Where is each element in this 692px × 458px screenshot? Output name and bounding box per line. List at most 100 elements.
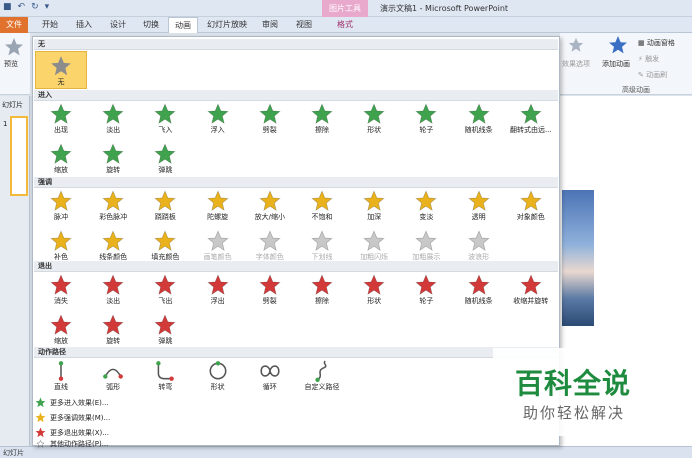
effect-label: 浮出 (210, 297, 225, 305)
more-motion-paths[interactable]: 其他动作路径(P)... (35, 440, 108, 448)
more-paths-label: 其他动作路径(P)... (50, 440, 109, 448)
effect-label: 循环 (262, 383, 277, 391)
effect-label: 消失 (54, 297, 68, 305)
tab-view[interactable]: 视图 (290, 17, 318, 33)
emphasis-effect[interactable]: 变淡 (400, 187, 452, 227)
undo-icon[interactable]: ↶ (18, 2, 26, 12)
motion-path-effect[interactable]: 形状 (192, 357, 244, 397)
more-emphasis-effects[interactable]: 更多强调效果(M)... (35, 410, 110, 425)
entrance-effect[interactable]: 缩放 (35, 140, 87, 180)
exit-effect[interactable]: 缩放 (35, 311, 87, 351)
entrance-effect[interactable]: 劈裂 (244, 100, 296, 140)
emphasis-star-icon (363, 230, 385, 251)
preview-label[interactable]: 预览 (4, 59, 18, 69)
effect-label: 加深 (367, 213, 382, 221)
add-animation-button[interactable]: 添加动画 (602, 59, 630, 69)
add-animation-icon[interactable] (608, 35, 628, 55)
save-icon[interactable]: ■ (3, 2, 12, 12)
exit-effect[interactable]: 轮子 (400, 271, 452, 311)
entrance-effect[interactable]: 出现 (35, 100, 87, 140)
motion-path-effect[interactable]: 循环 (244, 357, 296, 397)
effect-none[interactable]: 无 (35, 51, 87, 89)
trigger-button[interactable]: ⚡ 触发 (638, 54, 659, 64)
exit-effect[interactable]: 旋转 (87, 311, 139, 351)
more-exit-effects[interactable]: 更多退出效果(X)... (35, 425, 109, 440)
emphasis-effect[interactable]: 加深 (348, 187, 400, 227)
effect-options-icon[interactable] (568, 37, 584, 53)
preview-star-icon[interactable] (4, 37, 24, 57)
entrance-effect[interactable]: 浮入 (192, 100, 244, 140)
entrance-effect[interactable]: 飞入 (139, 100, 191, 140)
slide-thumb-number: 1 (3, 120, 8, 128)
more-entrance-effects[interactable]: 更多进入效果(E)... (35, 395, 109, 410)
slides-tab[interactable]: 幻灯片 (2, 100, 23, 110)
emphasis-effect[interactable]: 脉冲 (35, 187, 87, 227)
exit-effect[interactable]: 收缩并旋转 (505, 271, 557, 311)
effect-options-button[interactable]: 效果选项 (562, 59, 590, 69)
exit-effect[interactable]: 消失 (35, 271, 87, 311)
effect-label: 轮子 (419, 126, 434, 134)
motion-path-icon (156, 361, 175, 381)
tab-transitions[interactable]: 切换 (137, 17, 165, 33)
tab-animations[interactable]: 动画 (168, 17, 198, 33)
entrance-star-icon (311, 103, 333, 124)
exit-star-icon (102, 314, 124, 335)
exit-effect[interactable]: 劈裂 (244, 271, 296, 311)
emphasis-effect[interactable]: 透明 (453, 187, 505, 227)
entrance-effect[interactable]: 随机线条 (453, 100, 505, 140)
animation-painter-button[interactable]: ✎ 动画刷 (638, 70, 667, 80)
emphasis-effect[interactable]: 彩色脉冲 (87, 187, 139, 227)
entrance-effect[interactable]: 翻转式由远... (505, 100, 557, 140)
emphasis-star-icon (102, 230, 124, 251)
motion-path-effect[interactable]: 直线 (35, 357, 87, 397)
exit-effect[interactable]: 弹跳 (139, 311, 191, 351)
effect-label: 直线 (54, 383, 68, 391)
entrance-effect[interactable]: 淡出 (87, 100, 139, 140)
tab-insert[interactable]: 插入 (70, 17, 98, 33)
more-entrance-label: 更多进入效果(E)... (50, 398, 109, 407)
entrance-star-icon (259, 103, 281, 124)
emphasis-effect[interactable]: 陀螺旋 (192, 187, 244, 227)
effect-label: 飞出 (158, 297, 173, 305)
emphasis-star-icon (467, 190, 490, 211)
entrance-effect[interactable]: 擦除 (296, 100, 348, 140)
tab-home[interactable]: 开始 (36, 17, 64, 33)
emphasis-effect[interactable]: 放大/缩小 (244, 187, 296, 227)
emphasis-effect[interactable]: 对象颜色 (505, 187, 557, 227)
emphasis-star-icon (467, 230, 490, 251)
tab-review[interactable]: 审阅 (256, 17, 284, 33)
title-bar: ■ ↶ ↻ ▾ 图片工具 演示文稿1 - Microsoft PowerPoin… (0, 0, 692, 17)
motion-path-effect[interactable]: 转弯 (139, 357, 191, 397)
entrance-effect[interactable]: 形状 (348, 100, 400, 140)
effect-label: 翻转式由远... (509, 126, 552, 134)
tab-file[interactable]: 文件 (0, 17, 28, 33)
motion-path-effect[interactable]: 自定义路径 (296, 357, 348, 397)
exit-effect[interactable]: 浮出 (192, 271, 244, 311)
tab-design[interactable]: 设计 (104, 17, 132, 33)
motion-path-effect[interactable]: 弧形 (87, 357, 139, 397)
emphasis-effect[interactable]: 跷跷板 (139, 187, 191, 227)
tab-format[interactable]: 格式 (324, 17, 366, 33)
exit-effect[interactable]: 随机线条 (453, 271, 505, 311)
exit-effect[interactable]: 形状 (348, 271, 400, 311)
slide-picture[interactable] (562, 190, 594, 326)
entrance-effect[interactable]: 旋转 (87, 140, 139, 180)
effect-label: 劈裂 (262, 297, 277, 305)
customize-icon[interactable]: ▾ (45, 2, 50, 12)
exit-effect[interactable]: 淡出 (87, 271, 139, 311)
redo-icon[interactable]: ↻ (31, 2, 39, 12)
entrance-effect[interactable]: 轮子 (400, 100, 452, 140)
animation-pane-button[interactable]: ▦ 动画窗格 (638, 38, 675, 48)
trigger-label: 触发 (645, 55, 660, 63)
tab-slideshow[interactable]: 幻灯片放映 (204, 17, 250, 33)
exit-effect[interactable]: 擦除 (296, 271, 348, 311)
slide-thumbnail[interactable] (10, 116, 28, 196)
entrance-effect[interactable]: 弹跳 (139, 140, 191, 180)
watermark-subtitle: 助你轻松解决 (523, 404, 626, 422)
emphasis-effect[interactable]: 不饱和 (296, 187, 348, 227)
exit-star-icon (154, 274, 177, 295)
ribbon-preview-group: 预览 (0, 33, 30, 95)
exit-star-icon (102, 274, 124, 295)
exit-effect[interactable]: 飞出 (139, 271, 191, 311)
emphasis-star-icon (415, 190, 438, 211)
